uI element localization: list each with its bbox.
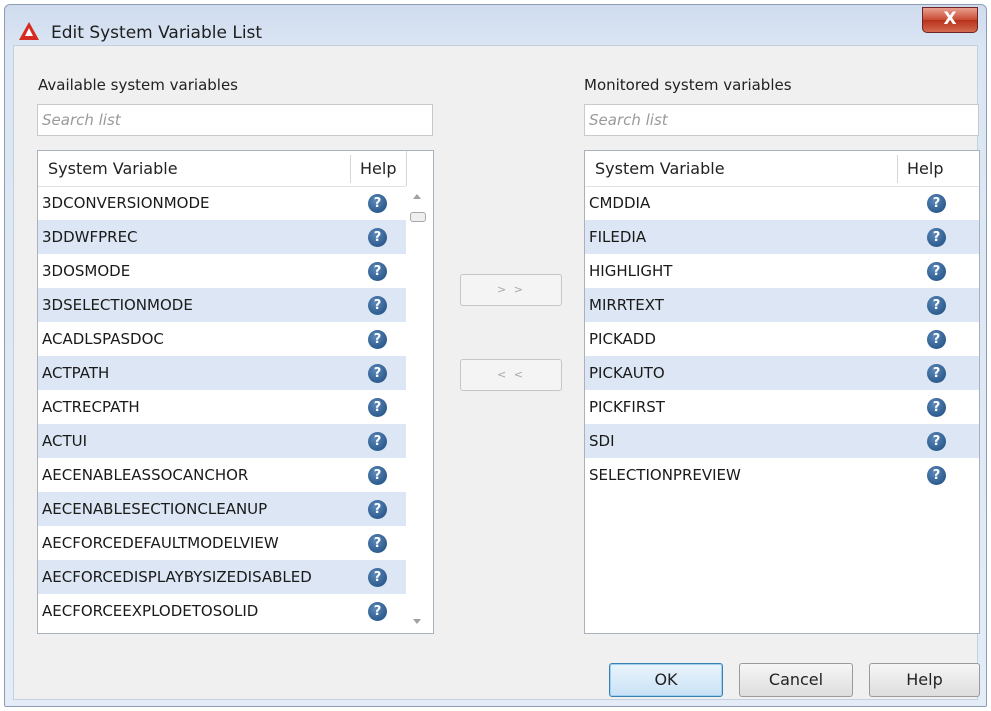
variable-name: MIRRTEXT <box>589 296 664 314</box>
list-row[interactable]: 3DSELECTIONMODE? <box>38 288 406 322</box>
close-button[interactable]: X <box>922 7 978 33</box>
help-icon[interactable]: ? <box>927 364 946 383</box>
list-row[interactable]: FILEDIA? <box>585 220 979 254</box>
help-icon[interactable]: ? <box>368 534 387 553</box>
list-row[interactable]: AECFORCEDEFAULTMODELVIEW? <box>38 526 406 560</box>
column-header-help[interactable]: Help <box>360 151 406 186</box>
help-icon[interactable]: ? <box>368 602 387 621</box>
available-variables-list[interactable]: System Variable Help 3DCONVERSIONMODE? 3D… <box>37 150 434 634</box>
help-icon[interactable]: ? <box>927 296 946 315</box>
variable-name: FILEDIA <box>589 228 647 246</box>
monitored-search-input[interactable]: Search list <box>584 104 979 136</box>
column-header-help[interactable]: Help <box>907 151 967 186</box>
variable-name: SELECTIONPREVIEW <box>589 466 741 484</box>
variable-name: 3DSELECTIONMODE <box>42 296 193 314</box>
variable-name: PICKAUTO <box>589 364 665 382</box>
list-row[interactable]: ACADLSPASDOC? <box>38 322 406 356</box>
scroll-thumb[interactable] <box>410 212 426 222</box>
variable-name: PICKFIRST <box>589 398 665 416</box>
help-icon[interactable]: ? <box>368 262 387 281</box>
help-icon[interactable]: ? <box>368 296 387 315</box>
help-icon[interactable]: ? <box>368 228 387 247</box>
variable-name: 3DCONVERSIONMODE <box>42 194 210 212</box>
list-row[interactable]: AECFORCEEXPLODETOSOLID? <box>38 594 406 628</box>
help-icon[interactable]: ? <box>927 466 946 485</box>
list-row[interactable]: SELECTIONPREVIEW? <box>585 458 979 492</box>
help-button[interactable]: Help <box>869 663 980 697</box>
help-icon[interactable]: ? <box>368 194 387 213</box>
column-header-system-variable[interactable]: System Variable <box>595 151 895 186</box>
scroll-down-arrow-icon[interactable] <box>413 619 421 624</box>
list-row[interactable]: 3DCONVERSIONMODE? <box>38 186 406 220</box>
monitored-variables-label: Monitored system variables <box>584 76 792 94</box>
ok-button[interactable]: OK <box>609 663 723 697</box>
autocad-logo-icon <box>19 22 39 40</box>
available-variables-label: Available system variables <box>38 76 238 94</box>
help-icon[interactable]: ? <box>368 330 387 349</box>
list-row[interactable]: HIGHLIGHT? <box>585 254 979 288</box>
variable-name: PICKADD <box>589 330 656 348</box>
list-row[interactable]: AECENABLEASSOCANCHOR? <box>38 458 406 492</box>
variable-name: ACTRECPATH <box>42 398 140 416</box>
list-row[interactable]: MIRRTEXT? <box>585 288 979 322</box>
available-scrollbar[interactable] <box>406 186 430 631</box>
help-icon[interactable]: ? <box>368 466 387 485</box>
variable-name: AECENABLESECTIONCLEANUP <box>42 500 268 518</box>
list-row[interactable]: AECFORCEDISPLAYBYSIZEDISABLED? <box>38 560 406 594</box>
list-row[interactable]: 3DDWFPREC? <box>38 220 406 254</box>
help-icon[interactable]: ? <box>927 398 946 417</box>
variable-name: AECFORCEDISPLAYBYSIZEDISABLED <box>42 568 312 586</box>
monitored-variables-list[interactable]: System Variable Help CMDDIA? FILEDIA? HIGH… <box>584 150 980 634</box>
variable-name: HIGHLIGHT <box>589 262 673 280</box>
list-row[interactable]: ACTRECPATH? <box>38 390 406 424</box>
dialog-body: Available system variables Search list S… <box>13 45 980 700</box>
help-icon[interactable]: ? <box>368 364 387 383</box>
list-row[interactable]: SDI? <box>585 424 979 458</box>
scroll-up-arrow-icon[interactable] <box>413 194 421 199</box>
dialog-window: Edit System Variable List X Available sy… <box>4 4 987 707</box>
help-icon[interactable]: ? <box>927 262 946 281</box>
list-row[interactable]: CMDDIA? <box>585 186 979 220</box>
cancel-button[interactable]: Cancel <box>739 663 853 697</box>
help-icon[interactable]: ? <box>368 432 387 451</box>
column-divider <box>897 155 898 183</box>
variable-name: AECENABLEASSOCANCHOR <box>42 466 249 484</box>
variable-name: ACADLSPASDOC <box>42 330 164 348</box>
column-header-system-variable[interactable]: System Variable <box>48 151 348 186</box>
variable-name: AECFORCEEXPLODETOSOLID <box>42 602 259 620</box>
variable-name: AECFORCEDEFAULTMODELVIEW <box>42 534 279 552</box>
remove-from-monitored-button[interactable]: < < <box>460 359 562 391</box>
variable-name: CMDDIA <box>589 194 651 212</box>
help-icon[interactable]: ? <box>368 398 387 417</box>
help-icon[interactable]: ? <box>927 432 946 451</box>
help-icon[interactable]: ? <box>927 194 946 213</box>
variable-name: ACTUI <box>42 432 88 450</box>
variable-name: ACTPATH <box>42 364 110 382</box>
monitored-list-header: System Variable Help <box>585 151 979 187</box>
add-to-monitored-button[interactable]: > > <box>460 274 562 306</box>
variable-name: 3DOSMODE <box>42 262 131 280</box>
variable-name: SDI <box>589 432 615 450</box>
list-row[interactable]: ACTUI? <box>38 424 406 458</box>
help-icon[interactable]: ? <box>927 330 946 349</box>
help-icon[interactable]: ? <box>927 228 946 247</box>
list-row[interactable]: PICKADD? <box>585 322 979 356</box>
list-row[interactable]: ACTPATH? <box>38 356 406 390</box>
available-search-input[interactable]: Search list <box>37 104 433 136</box>
list-row[interactable]: PICKFIRST? <box>585 390 979 424</box>
window-title: Edit System Variable List <box>51 23 263 43</box>
help-icon[interactable]: ? <box>368 500 387 519</box>
variable-name: 3DDWFPREC <box>42 228 138 246</box>
list-row[interactable]: AECENABLESECTIONCLEANUP? <box>38 492 406 526</box>
help-icon[interactable]: ? <box>368 568 387 587</box>
list-row[interactable]: PICKAUTO? <box>585 356 979 390</box>
available-list-header: System Variable Help <box>38 151 406 187</box>
list-row[interactable]: 3DOSMODE? <box>38 254 406 288</box>
column-divider <box>350 155 351 183</box>
